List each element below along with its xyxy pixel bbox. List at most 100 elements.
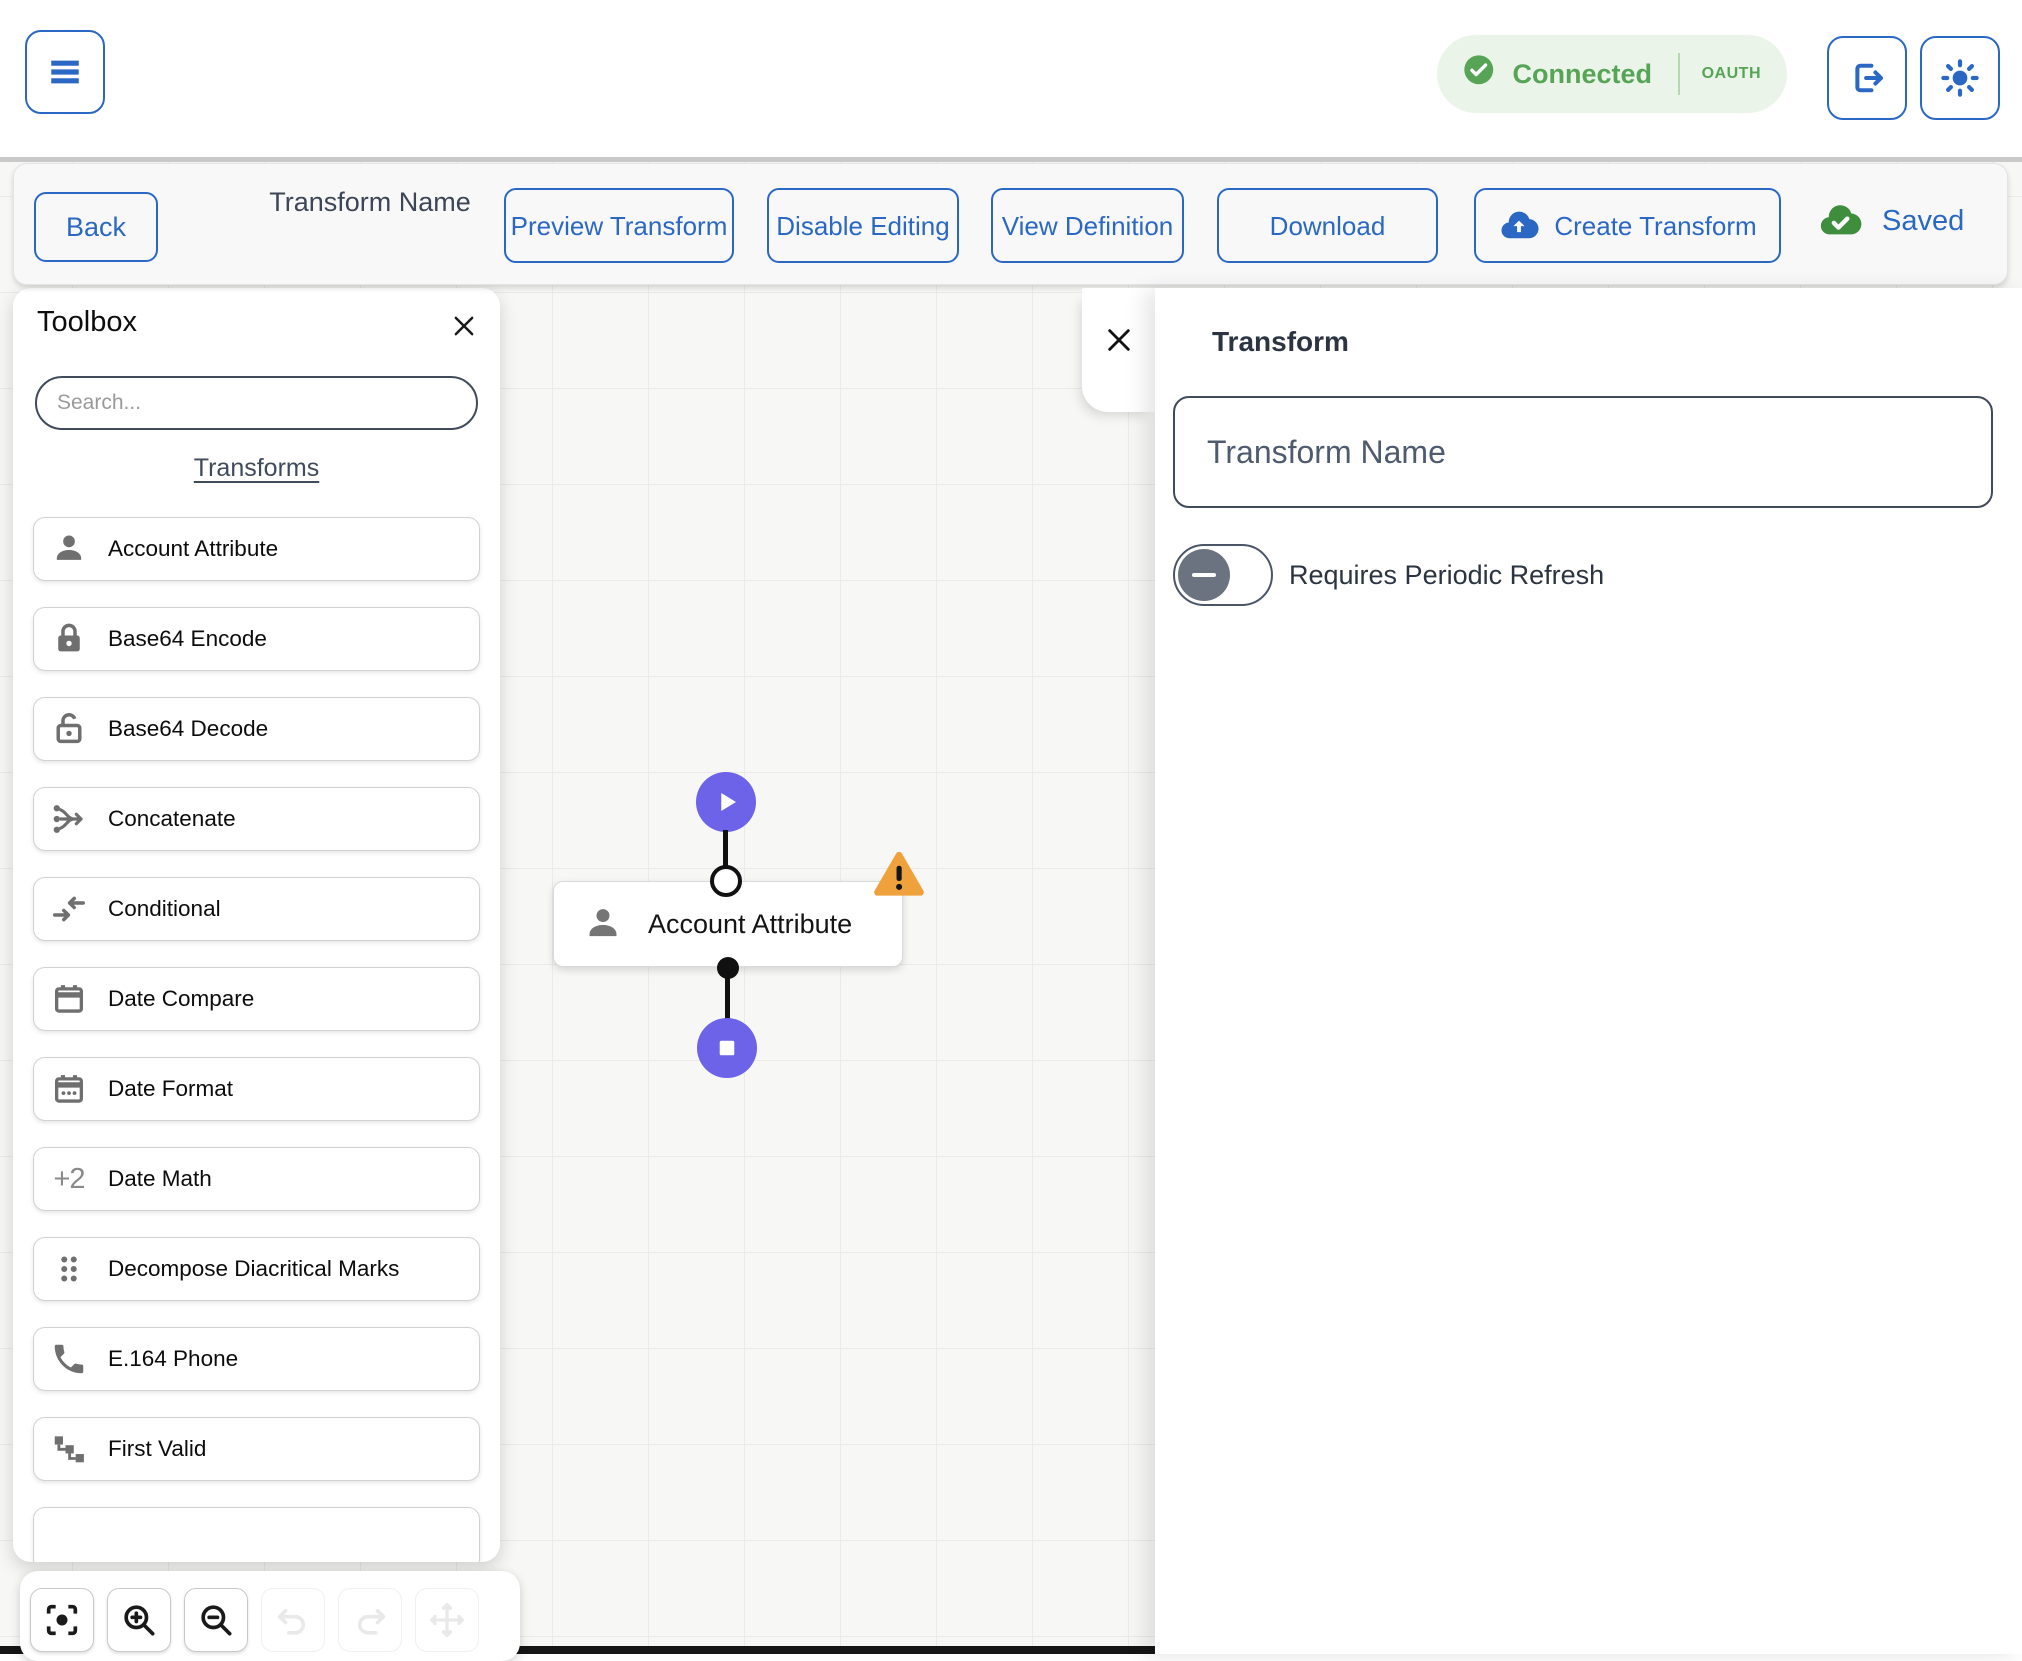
- toolbox-item-e-164-phone[interactable]: E.164 Phone: [33, 1327, 480, 1391]
- tree-icon: [50, 1430, 88, 1468]
- toolbox-item-conditional[interactable]: Conditional: [33, 877, 480, 941]
- zoom-in-button[interactable]: [107, 1588, 171, 1652]
- periodic-refresh-label: Requires Periodic Refresh: [1289, 560, 1604, 591]
- transform-name-input[interactable]: [1173, 396, 1993, 508]
- theme-toggle-button[interactable]: [1920, 36, 2000, 120]
- toolbox-item-date-math[interactable]: +2 Date Math: [33, 1147, 480, 1211]
- view-definition-button[interactable]: View Definition: [991, 188, 1184, 263]
- toolbox-item-label: Base64 Encode: [108, 626, 267, 652]
- toggle-knob: [1178, 549, 1230, 601]
- badge-divider: [1678, 53, 1680, 95]
- create-transform-button[interactable]: Create Transform: [1474, 188, 1781, 263]
- transform-toolbar: Back Transform Name Preview Transform Di…: [13, 163, 2008, 285]
- toolbox-item-base64-encode[interactable]: Base64 Encode: [33, 607, 480, 671]
- zoom-out-icon: [196, 1600, 236, 1640]
- toolbox-item-label: Account Attribute: [108, 536, 278, 562]
- phone-icon: [50, 1340, 88, 1378]
- toolbox-item-label: Conditional: [108, 896, 221, 922]
- close-icon: [450, 312, 478, 340]
- disable-editing-button[interactable]: Disable Editing: [767, 188, 959, 263]
- edge-node-to-stop: [725, 976, 730, 1020]
- menu-button[interactable]: [25, 30, 105, 114]
- redo-button: [338, 1588, 402, 1652]
- lock-open-icon: [50, 710, 88, 748]
- toolbox-item-label: Base64 Decode: [108, 716, 268, 742]
- logout-button[interactable]: [1827, 36, 1907, 120]
- stop-icon: [708, 1029, 746, 1067]
- toolbox-item-base64-decode[interactable]: Base64 Decode: [33, 697, 480, 761]
- zoom-in-icon: [119, 1600, 159, 1640]
- undo-button: [261, 1588, 325, 1652]
- toolbox-section-transforms[interactable]: Transforms: [13, 454, 500, 483]
- toolbox-item-label: Date Compare: [108, 986, 254, 1012]
- toolbox-item-clipped[interactable]: [33, 1507, 480, 1562]
- flow-start-node[interactable]: [696, 772, 756, 832]
- merge-icon: [50, 800, 88, 838]
- connection-status-label: Connected: [1513, 59, 1653, 90]
- check-circle-icon: [1463, 54, 1495, 94]
- calendar-icon: [50, 980, 88, 1018]
- zoom-out-button[interactable]: [184, 1588, 248, 1652]
- properties-panel: Transform Requires Periodic Refresh: [1155, 288, 2022, 1654]
- transform-title: Transform Name: [254, 180, 486, 225]
- flow-stop-node[interactable]: [697, 1018, 757, 1078]
- toolbox-item-label: Date Math: [108, 1166, 212, 1192]
- periodic-refresh-row: Requires Periodic Refresh: [1173, 544, 1604, 606]
- node-warning-icon[interactable]: [872, 850, 926, 900]
- save-status: Saved: [1814, 198, 1964, 244]
- properties-close-button[interactable]: [1103, 324, 1135, 356]
- pan-icon: [427, 1600, 467, 1640]
- toolbox-item-decompose-diacritical-marks[interactable]: Decompose Diacritical Marks: [33, 1237, 480, 1301]
- redo-icon: [350, 1600, 390, 1640]
- auth-method-label: OAUTH: [1702, 65, 1761, 83]
- calendar-dots-icon: [50, 1070, 88, 1108]
- toolbox-close-button[interactable]: [450, 312, 478, 340]
- toolbox-title: Toolbox: [37, 306, 137, 339]
- dots-grid-icon: [50, 1250, 88, 1288]
- download-button[interactable]: Download: [1217, 188, 1438, 263]
- top-bar: Connected OAUTH: [0, 0, 2022, 157]
- toolbox-item-date-format[interactable]: Date Format: [33, 1057, 480, 1121]
- toolbox-item-label: E.164 Phone: [108, 1346, 238, 1372]
- toolbox-item-date-compare[interactable]: Date Compare: [33, 967, 480, 1031]
- focus-button[interactable]: [30, 1588, 94, 1652]
- periodic-refresh-toggle[interactable]: [1173, 544, 1273, 606]
- toolbox-item-label: Date Format: [108, 1076, 233, 1102]
- canvas-controls: [20, 1571, 520, 1661]
- toolbox-item-account-attribute[interactable]: Account Attribute: [33, 517, 480, 581]
- properties-panel-tab: [1082, 288, 1156, 412]
- plus-two-icon: +2: [50, 1160, 88, 1198]
- top-divider: [0, 157, 2022, 162]
- node-label: Account Attribute: [648, 909, 852, 940]
- edge-start-to-node: [723, 830, 728, 868]
- toolbox-item-label: Decompose Diacritical Marks: [108, 1256, 399, 1282]
- hamburger-icon: [43, 50, 87, 94]
- person-icon: [50, 530, 88, 568]
- logout-icon: [1846, 57, 1888, 99]
- toolbox-list: Account Attribute Base64 Encode Base64 Dec…: [33, 517, 480, 1562]
- toolbox-item-concatenate[interactable]: Concatenate: [33, 787, 480, 851]
- minus-icon: [1192, 573, 1216, 578]
- toolbox-item-label: Concatenate: [108, 806, 236, 832]
- preview-transform-button[interactable]: Preview Transform: [504, 188, 734, 263]
- cloud-upload-icon: [1498, 205, 1540, 247]
- close-icon: [1103, 324, 1135, 356]
- node-input-port[interactable]: [710, 865, 742, 897]
- lock-icon: [50, 620, 88, 658]
- create-transform-label: Create Transform: [1554, 210, 1756, 242]
- toolbox-item-first-valid[interactable]: First Valid: [33, 1417, 480, 1481]
- toolbox-search-input[interactable]: [35, 376, 478, 430]
- toolbox-item-label: First Valid: [108, 1436, 206, 1462]
- focus-icon: [42, 1600, 82, 1640]
- connection-status-badge: Connected OAUTH: [1437, 35, 1787, 113]
- save-status-label: Saved: [1882, 205, 1964, 238]
- person-icon: [582, 903, 624, 945]
- back-button[interactable]: Back: [34, 192, 158, 262]
- toolbox-panel: Toolbox Transforms Account Attribute Base…: [13, 288, 500, 1562]
- properties-panel-title: Transform: [1212, 326, 1349, 358]
- node-output-port[interactable]: [717, 957, 739, 979]
- undo-icon: [273, 1600, 313, 1640]
- pan-button: [415, 1588, 479, 1652]
- play-icon: [707, 783, 745, 821]
- cloud-check-icon: [1814, 198, 1866, 244]
